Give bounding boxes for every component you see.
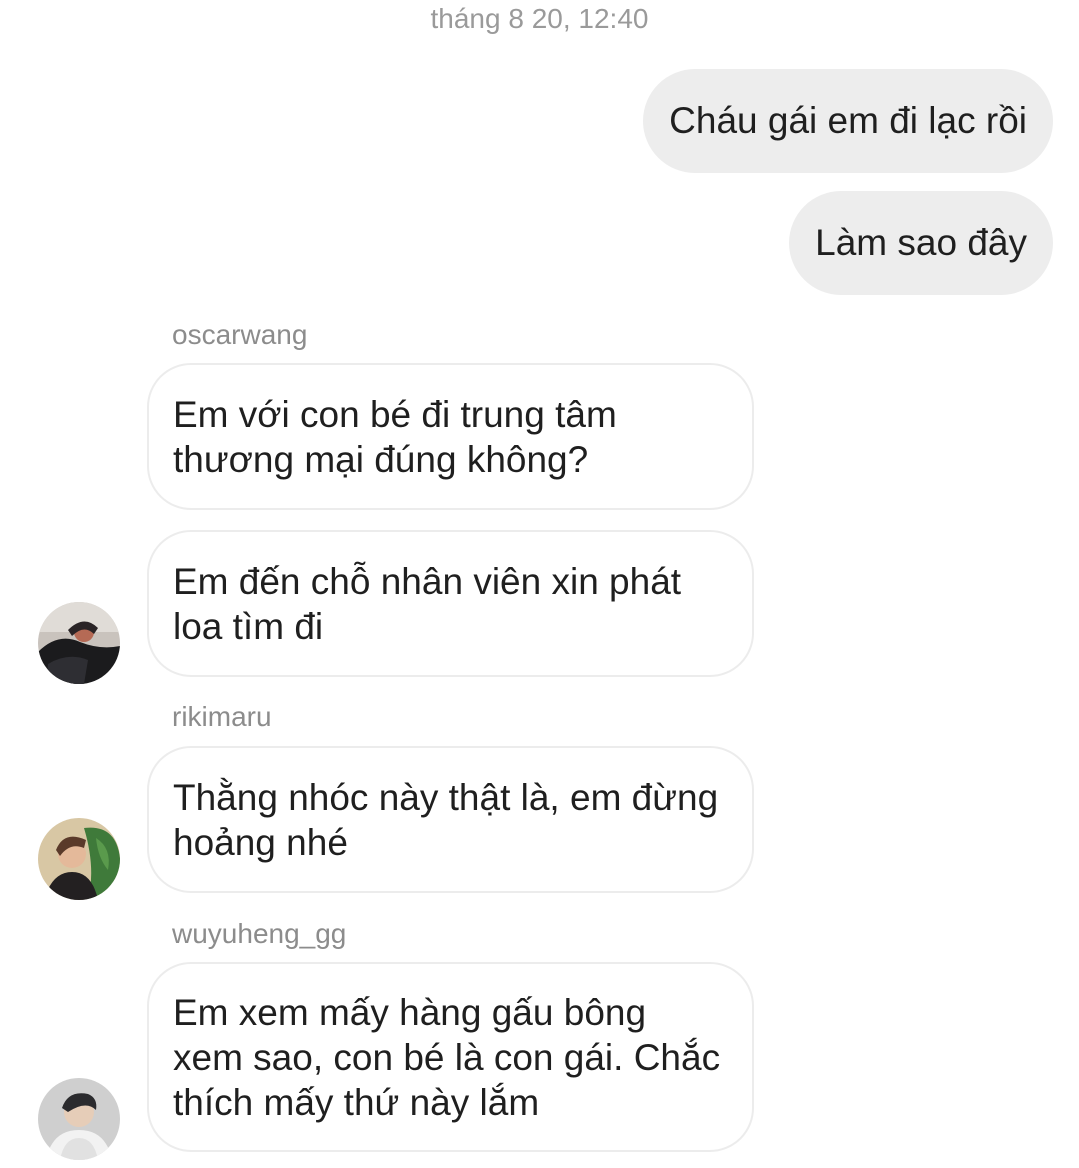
outgoing-message-text: Cháu gái em đi lạc rồi bbox=[669, 100, 1027, 141]
message-line: Thằng nhóc này thật là, em đừng bbox=[173, 776, 719, 818]
avatar-wuyuheng[interactable] bbox=[38, 1078, 120, 1160]
message-line: thương mại đúng không? bbox=[173, 438, 589, 480]
incoming-message-bubble[interactable]: Thằng nhóc này thật là, em đừng hoảng nh… bbox=[147, 746, 754, 893]
outgoing-message-bubble[interactable]: Làm sao đây bbox=[789, 191, 1053, 295]
sender-name-rikimaru[interactable]: rikimaru bbox=[172, 700, 272, 734]
avatar-image bbox=[38, 1078, 120, 1160]
incoming-message-bubble[interactable]: Em với con bé đi trung tâm thương mại đú… bbox=[147, 363, 754, 510]
message-line: thích mấy thứ này lắm bbox=[173, 1081, 540, 1123]
message-line: loa tìm đi bbox=[173, 605, 324, 647]
avatar-rikimaru[interactable] bbox=[38, 818, 120, 900]
incoming-message-bubble[interactable]: Em đến chỗ nhân viên xin phát loa tìm đi bbox=[147, 530, 754, 677]
message-line: Em với con bé đi trung tâm bbox=[173, 393, 617, 435]
avatar-image bbox=[38, 602, 120, 684]
sender-name-wuyuheng[interactable]: wuyuheng_gg bbox=[172, 917, 346, 951]
message-line: xem sao, con bé là con gái. Chắc bbox=[173, 1036, 721, 1078]
message-line: Em xem mấy hàng gấu bông bbox=[173, 991, 647, 1033]
incoming-message-text: Em xem mấy hàng gấu bông xem sao, con bé… bbox=[173, 990, 720, 1125]
avatar-oscarwang[interactable] bbox=[38, 602, 120, 684]
outgoing-message-bubble[interactable]: Cháu gái em đi lạc rồi bbox=[643, 69, 1053, 173]
message-timestamp: tháng 8 20, 12:40 bbox=[430, 3, 649, 34]
message-line: hoảng nhé bbox=[173, 821, 348, 863]
incoming-message-text: Em đến chỗ nhân viên xin phát loa tìm đi bbox=[173, 559, 681, 649]
incoming-message-text: Thằng nhóc này thật là, em đừng hoảng nh… bbox=[173, 775, 718, 865]
incoming-message-bubble[interactable]: Em xem mấy hàng gấu bông xem sao, con bé… bbox=[147, 962, 754, 1152]
incoming-message-text: Em với con bé đi trung tâm thương mại đú… bbox=[173, 392, 617, 482]
sender-name-oscarwang[interactable]: oscarwang bbox=[172, 318, 307, 352]
message-line: Em đến chỗ nhân viên xin phát bbox=[173, 560, 682, 602]
avatar-image bbox=[38, 818, 120, 900]
outgoing-message-text: Làm sao đây bbox=[815, 222, 1027, 263]
